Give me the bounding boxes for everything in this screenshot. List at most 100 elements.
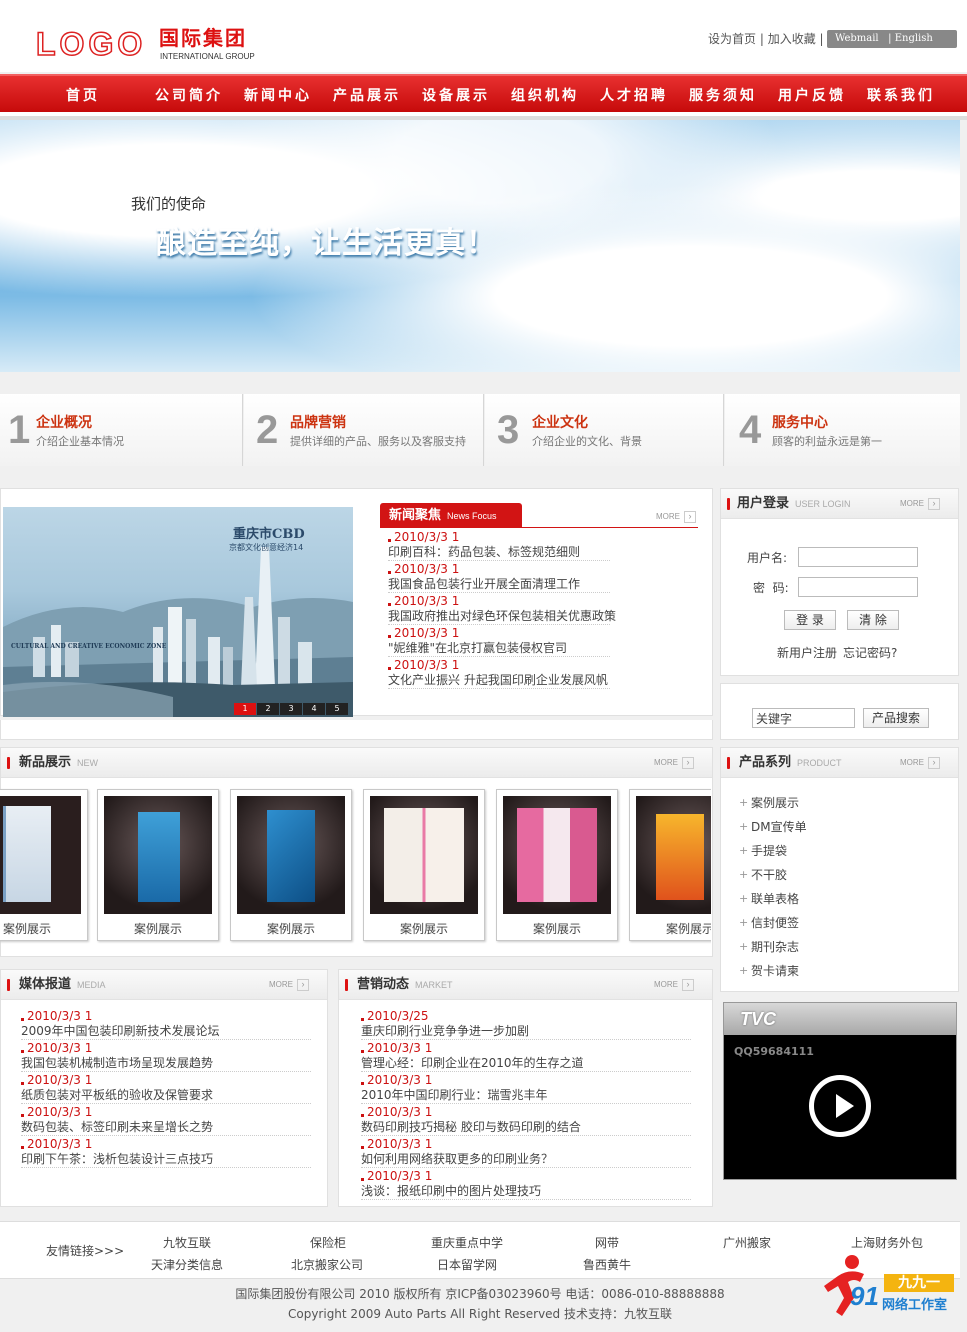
pager-dot[interactable]: 5 — [326, 703, 348, 715]
product-card[interactable]: 案例展示 — [363, 789, 485, 941]
nav-contact[interactable]: 联系我们 — [867, 87, 956, 105]
news-title[interactable]: "妮维雅"在北京打赢包装侵权官司 — [388, 641, 567, 655]
product-card[interactable]: 案例展示 — [629, 789, 711, 941]
category-item[interactable]: 信封便签 — [737, 911, 807, 935]
friend-link[interactable]: 九牧互联 — [163, 1236, 211, 1250]
webmail-link[interactable]: Webmail — [835, 33, 879, 44]
news-title[interactable]: 我国政府推出对绿色环保包装相关优惠政策 — [388, 609, 616, 623]
nav-products[interactable]: 产品展示 — [333, 87, 422, 105]
category-item[interactable]: 手提袋 — [737, 839, 807, 863]
feature-item[interactable]: 2 品牌营销 提供详细的产品、服务以及客服支持 — [244, 394, 484, 466]
register-link[interactable]: 新用户注册 — [777, 646, 837, 660]
list-item[interactable]: 2010/3/3 1 纸质包装对平板纸的验收及保管要求 — [20, 1072, 311, 1104]
category-item[interactable]: DM宣传单 — [737, 815, 807, 839]
news-title[interactable]: 印刷百科：药品包装、标签规范细则 — [388, 545, 580, 559]
news-title[interactable]: 我国食品包装行业开展全面清理工作 — [388, 577, 580, 591]
list-item[interactable]: 2010/3/3 1 管理心经：印刷企业在2010年的生存之道 — [360, 1040, 691, 1072]
nav-equipment[interactable]: 设备展示 — [422, 87, 511, 105]
list-item[interactable]: 2010/3/3 1 浅谈：报纸印刷中的图片处理技巧 — [360, 1168, 691, 1200]
news-title[interactable]: 2009年中国包装印刷新技术发展论坛 — [21, 1024, 220, 1038]
news-title[interactable]: 管理心经：印刷企业在2010年的生存之道 — [361, 1056, 584, 1070]
news-title[interactable]: 数码印刷技巧揭秘 胶印与数码印刷的结合 — [361, 1120, 581, 1134]
list-item[interactable]: 2010/3/3 1 我国政府推出对绿色环保包装相关优惠政策 — [387, 593, 616, 625]
news-focus-more-link[interactable]: MORE — [656, 511, 696, 523]
nav-home[interactable]: 首页 — [66, 87, 155, 105]
news-focus-tab[interactable]: 新闻聚焦 News Focus — [380, 503, 522, 528]
news-title[interactable]: 文化产业振兴 升起我国印刷企业发展风帆 — [388, 673, 608, 687]
list-item[interactable]: 2010/3/3 1 印刷百科：药品包装、标签规范细则 — [387, 529, 610, 561]
list-item[interactable]: 2010/3/3 1 数码包装、标签印刷未来呈增长之势 — [20, 1104, 311, 1136]
market-list: 2010/3/25 重庆印刷行业竞争争进一步加剧 2010/3/3 1 管理心经：印… — [360, 1008, 691, 1200]
product-card[interactable]: 案例展示 — [0, 789, 88, 941]
friend-link[interactable]: 网带 — [595, 1236, 619, 1250]
english-link[interactable]: English — [895, 33, 933, 44]
nav-jobs[interactable]: 人才招聘 — [600, 87, 689, 105]
keyword-input[interactable] — [752, 708, 855, 728]
category-item[interactable]: 联单表格 — [737, 887, 807, 911]
news-title[interactable]: 印刷下午茶：浅析包装设计三点技巧 — [21, 1152, 213, 1166]
list-item[interactable]: 2010/3/3 1 数码印刷技巧揭秘 胶印与数码印刷的结合 — [360, 1104, 691, 1136]
more-link[interactable]: MORE — [269, 979, 309, 991]
category-item[interactable]: 不干胶 — [737, 863, 807, 887]
friend-link[interactable]: 保险柜 — [310, 1236, 346, 1250]
login-button[interactable]: 登 录 — [784, 610, 836, 630]
product-card[interactable]: 案例展示 — [496, 789, 618, 941]
list-item[interactable]: 2010/3/3 1 如何利用网络获取更多的印刷业务？ — [360, 1136, 691, 1168]
nav-feedback[interactable]: 用户反馈 — [778, 87, 867, 105]
play-icon[interactable] — [809, 1075, 871, 1137]
list-item[interactable]: 2010/3/3 1 我国食品包装行业开展全面清理工作 — [387, 561, 610, 593]
friend-link[interactable]: 天津分类信息 — [151, 1258, 223, 1272]
pager-dot[interactable]: 4 — [303, 703, 325, 715]
password-input[interactable] — [798, 577, 918, 597]
friend-link[interactable]: 上海财务外包 — [851, 1236, 923, 1250]
more-link[interactable]: MORE — [654, 979, 694, 991]
nav-service[interactable]: 服务须知 — [689, 87, 778, 105]
pager-dot[interactable]: 1 — [234, 703, 256, 715]
add-favorite-link[interactable]: 加入收藏 — [768, 32, 816, 46]
friend-link[interactable]: 日本留学网 — [437, 1258, 497, 1272]
panel-title-en: USER LOGIN — [795, 499, 851, 509]
clear-button[interactable]: 清 除 — [847, 610, 899, 630]
set-homepage-link[interactable]: 设为首页 — [708, 32, 756, 46]
product-card[interactable]: 案例展示 — [97, 789, 219, 941]
news-date: 2010/3/3 1 — [387, 658, 460, 672]
username-input[interactable] — [798, 547, 918, 567]
news-title[interactable]: 重庆印刷行业竞争争进一步加剧 — [361, 1024, 529, 1038]
product-search-button[interactable]: 产品搜索 — [863, 708, 929, 728]
category-item[interactable]: 期刊杂志 — [737, 935, 807, 959]
news-title[interactable]: 数码包装、标签印刷未来呈增长之势 — [21, 1120, 213, 1134]
nav-news[interactable]: 新闻中心 — [244, 87, 333, 105]
category-item[interactable]: 贺卡请柬 — [737, 959, 807, 983]
news-title[interactable]: 我国包装机械制造市场呈现发展趋势 — [21, 1056, 213, 1070]
nav-organization[interactable]: 组织机构 — [511, 87, 600, 105]
friend-link[interactable]: 北京搬家公司 — [291, 1258, 363, 1272]
list-item[interactable]: 2010/3/3 1 "妮维雅"在北京打赢包装侵权官司 — [387, 625, 610, 657]
more-link[interactable]: MORE — [654, 757, 694, 769]
list-item[interactable]: 2010/3/3 1 2009年中国包装印刷新技术发展论坛 — [20, 1008, 311, 1040]
pager-dot[interactable]: 2 — [257, 703, 279, 715]
list-item[interactable]: 2010/3/3 1 我国包装机械制造市场呈现发展趋势 — [20, 1040, 311, 1072]
list-item[interactable]: 2010/3/25 重庆印刷行业竞争争进一步加剧 — [361, 1008, 691, 1040]
feature-item[interactable]: 4 服务中心 顾客的利益永远是第一 — [725, 394, 960, 466]
more-link[interactable]: MORE — [900, 498, 940, 510]
feature-item[interactable]: 3 企业文化 介绍企业的文化、背景 — [485, 394, 724, 466]
friend-link[interactable]: 鲁西黄牛 — [583, 1258, 631, 1272]
friend-link[interactable]: 重庆重点中学 — [431, 1236, 503, 1250]
news-title[interactable]: 2010年中国印刷行业：瑞雪兆丰年 — [361, 1088, 548, 1102]
pager-dot[interactable]: 3 — [280, 703, 302, 715]
news-title[interactable]: 纸质包装对平板纸的验收及保管要求 — [21, 1088, 213, 1102]
more-link[interactable]: MORE — [900, 757, 940, 769]
product-card[interactable]: 案例展示 — [230, 789, 352, 941]
forgot-password-link[interactable]: 忘记密码? — [843, 646, 897, 660]
friend-link[interactable]: 广州搬家 — [723, 1236, 771, 1250]
category-item[interactable]: 案例展示 — [737, 791, 807, 815]
nav-about[interactable]: 公司简介 — [155, 87, 244, 105]
news-title[interactable]: 浅谈：报纸印刷中的图片处理技巧 — [361, 1184, 541, 1198]
list-item[interactable]: 2010/3/3 1 文化产业振兴 升起我国印刷企业发展风帆 — [387, 657, 610, 689]
feature-item[interactable]: 1 企业概况 介绍企业基本情况 — [0, 394, 243, 466]
list-item[interactable]: 2010/3/3 1 印刷下午茶：浅析包装设计三点技巧 — [20, 1136, 311, 1168]
list-item[interactable]: 2010/3/3 1 2010年中国印刷行业：瑞雪兆丰年 — [360, 1072, 691, 1104]
news-title[interactable]: 如何利用网络获取更多的印刷业务？ — [361, 1152, 553, 1166]
focus-image[interactable]: 重庆市CBD 京都文化创意经济14 CULTURAL AND CREATIVE … — [3, 507, 353, 717]
logo-wordmark[interactable]: LOGO — [35, 27, 146, 61]
